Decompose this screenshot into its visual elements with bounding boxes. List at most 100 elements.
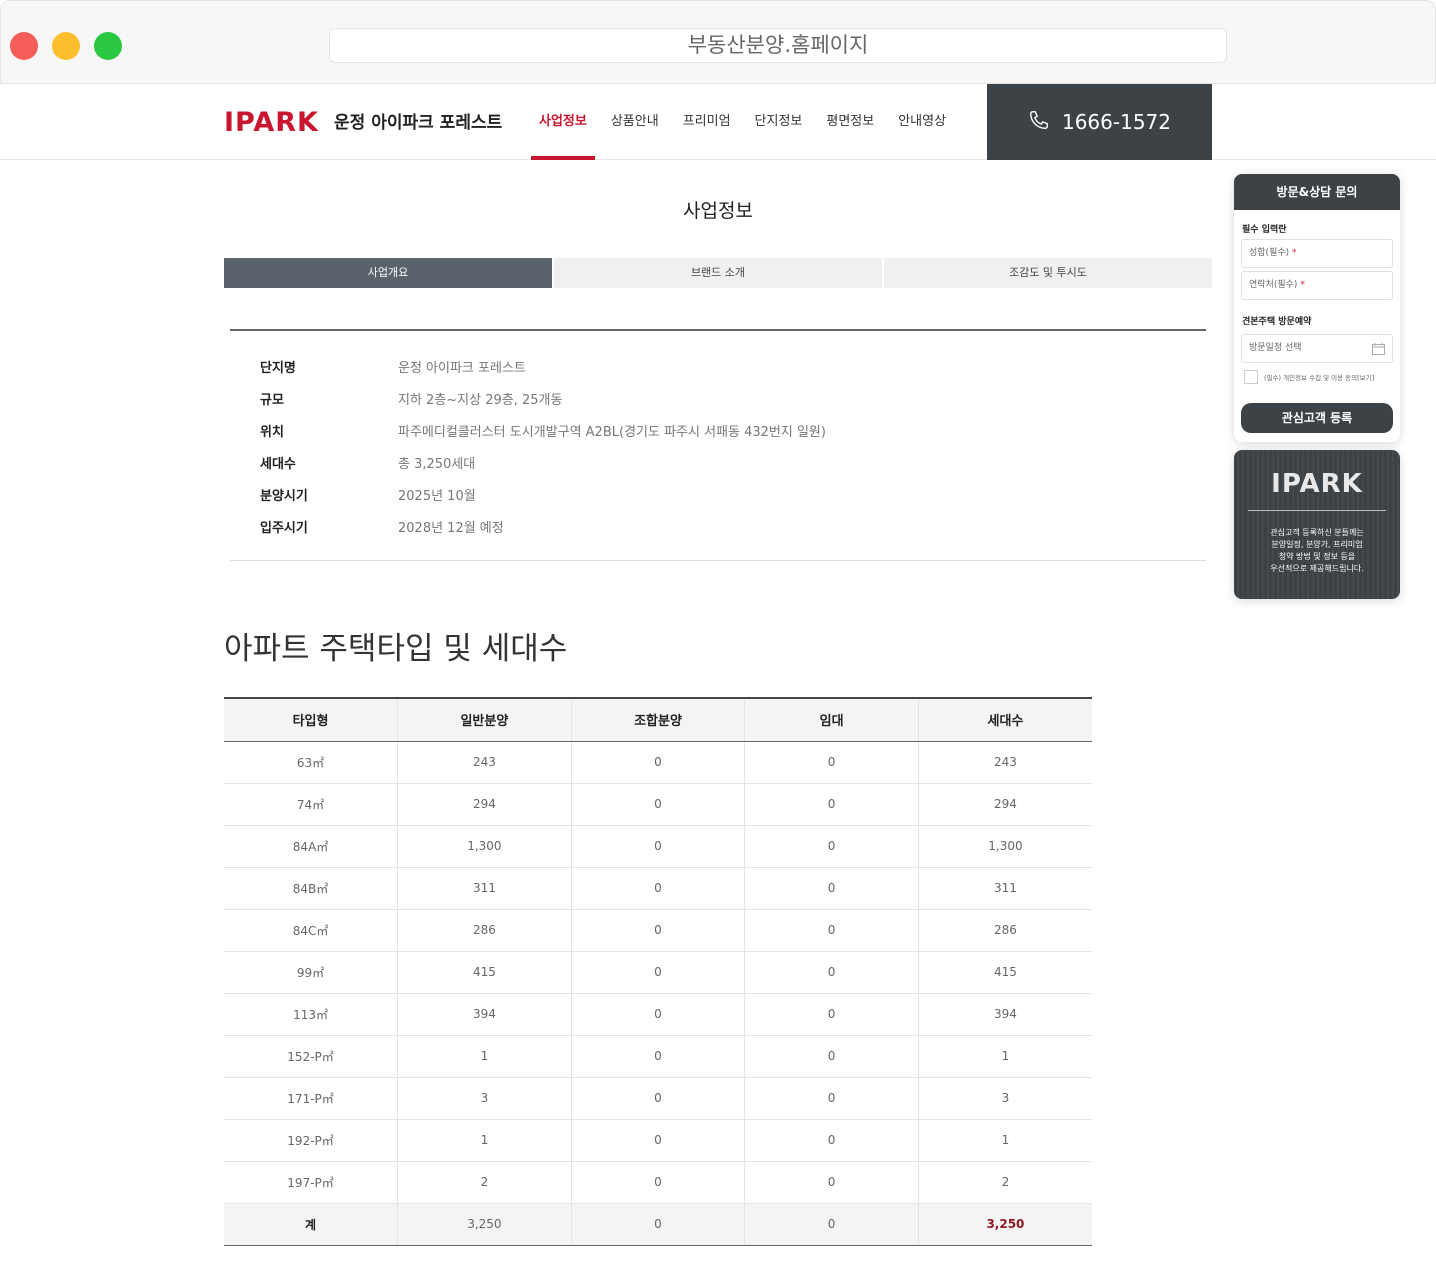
- privacy-checkbox[interactable]: [1244, 370, 1258, 384]
- table-cell: 0: [744, 1035, 919, 1078]
- table-cell: 171-P㎡: [224, 1077, 398, 1120]
- close-window-button[interactable]: [10, 32, 38, 60]
- minimize-window-button[interactable]: [52, 32, 80, 60]
- overview-value: 지하 2층~지상 29층, 25개동: [398, 393, 563, 408]
- table-cell: 192-P㎡: [224, 1119, 398, 1162]
- promo-line-text: 청약 방법 및 정보 등을: [1278, 552, 1356, 561]
- table-cell: 294: [397, 783, 572, 826]
- site-name[interactable]: 운정 아이파크 포레스트: [334, 111, 502, 135]
- table-row: 84B㎡ 311 0 0 311: [224, 867, 1092, 910]
- ipark-promo-banner[interactable]: IPARK 관심고객 등록하신 분들께는 분양일정, 분양가, 프리미엄 청약 …: [1234, 450, 1400, 599]
- table-cell: 1,300: [397, 825, 572, 868]
- table-cell: 3: [397, 1077, 572, 1120]
- calendar-icon[interactable]: [1372, 343, 1385, 355]
- ipark-logo[interactable]: IPARK: [224, 108, 319, 138]
- table-row: 74㎡ 294 0 0 294: [224, 783, 1092, 826]
- table-cell: 1: [397, 1119, 572, 1162]
- contact-placeholder: 연락처(필수): [1249, 280, 1298, 290]
- table-cell: 0: [744, 741, 919, 784]
- total-cell: 0: [570, 1203, 745, 1246]
- table-cell: 0: [570, 993, 745, 1036]
- contact-field[interactable]: 연락처(필수) *: [1241, 271, 1393, 300]
- overview-value: 총 3,250세대: [398, 457, 476, 472]
- table-row: 99㎡ 415 0 0 415: [224, 951, 1092, 994]
- table-cell: 84C㎡: [224, 909, 398, 952]
- table-cell: 0: [744, 867, 919, 910]
- overview-key: 규모: [260, 393, 284, 408]
- tab-renderings[interactable]: 조감도 및 투시도: [884, 258, 1212, 288]
- table-row: 171-P㎡ 3 0 0 3: [224, 1077, 1092, 1120]
- table-cell: 286: [917, 909, 1092, 952]
- maximize-window-button[interactable]: [94, 32, 122, 60]
- table-cell: 2: [917, 1161, 1092, 1204]
- nav-item-floor-plans[interactable]: 평면정보: [814, 84, 886, 160]
- nav-item-guide-video[interactable]: 안내영상: [886, 84, 958, 160]
- table-cell: 2: [397, 1161, 572, 1204]
- table-cell: 197-P㎡: [224, 1161, 398, 1204]
- phone-icon: [1028, 109, 1050, 136]
- table-cell: 84A㎡: [224, 825, 398, 868]
- table-cell: 0: [744, 1119, 919, 1162]
- column-header: 조합분양: [570, 697, 745, 742]
- table-cell: 0: [744, 951, 919, 994]
- table-cell: 113㎡: [224, 993, 398, 1036]
- table-row: 84A㎡ 1,300 0 0 1,300: [224, 825, 1092, 868]
- overview-value: 2025년 10월: [398, 489, 476, 504]
- table-cell: 243: [917, 741, 1092, 784]
- table-cell: 0: [744, 783, 919, 826]
- visit-date-field[interactable]: 방문일정 선택: [1241, 334, 1393, 363]
- table-row: 113㎡ 394 0 0 394: [224, 993, 1092, 1036]
- column-header: 일반분양: [397, 697, 572, 742]
- table-cell: 0: [744, 909, 919, 952]
- table-cell: 3: [917, 1077, 1092, 1120]
- overview-key: 입주시기: [260, 521, 308, 536]
- nav-item-business-info[interactable]: 사업정보: [527, 84, 599, 160]
- table-cell: 99㎡: [224, 951, 398, 994]
- inquiry-widget: 방문&상담 문의 필수 입력란 성함(필수) * 연락처(필수) * 견본주택 …: [1234, 174, 1400, 442]
- unit-type-table: 타입형 일반분양 조합분양 임대 세대수 63㎡ 243 0 0 243 74㎡ 294 0 0…: [224, 697, 1092, 1246]
- table-cell: 74㎡: [224, 783, 398, 826]
- table-cell: 63㎡: [224, 741, 398, 784]
- table-cell: 84B㎡: [224, 867, 398, 910]
- promo-logo: IPARK: [1271, 469, 1363, 499]
- name-placeholder: 성함(필수): [1249, 248, 1290, 258]
- name-field[interactable]: 성함(필수) *: [1241, 239, 1393, 268]
- table-cell: 311: [397, 867, 572, 910]
- table-cell: 415: [397, 951, 572, 994]
- promo-line-text: 관심고객 등록하신 분들께는: [1270, 528, 1364, 537]
- tab-brand[interactable]: 브랜드 소개: [554, 258, 882, 288]
- nav-item-products[interactable]: 상품안내: [599, 84, 671, 160]
- overview-key: 세대수: [260, 457, 296, 472]
- overview-key: 분양시기: [260, 489, 308, 504]
- phone-button[interactable]: 1666-1572: [987, 84, 1212, 160]
- table-row: 63㎡ 243 0 0 243: [224, 741, 1092, 784]
- overview-value: 2028년 12월 예정: [398, 521, 504, 536]
- nav-item-complex-info[interactable]: 단지정보: [743, 84, 815, 160]
- table-cell: 0: [570, 1035, 745, 1078]
- date-placeholder: 방문일정 선택: [1249, 343, 1302, 353]
- sub-tabs: 사업개요 브랜드 소개 조감도 및 투시도: [224, 258, 1212, 288]
- table-cell: 294: [917, 783, 1092, 826]
- table-cell: 0: [570, 951, 745, 994]
- table-body: 63㎡ 243 0 0 243 74㎡ 294 0 0 294 84A㎡ 1,300 0 0 1,300 84…: [224, 741, 1092, 1246]
- privacy-text[interactable]: (필수) 개인정보 수집 및 이용 동의[보기]: [1264, 372, 1374, 382]
- promo-line-text: 분양일정, 분양가, 프리미엄: [1271, 540, 1363, 549]
- table-cell: 152-P㎡: [224, 1035, 398, 1078]
- register-button[interactable]: 관심고객 등록: [1241, 403, 1393, 433]
- table-cell: 0: [744, 993, 919, 1036]
- address-bar[interactable]: 부동산분양.홈페이지: [329, 28, 1227, 63]
- overview-key: 위치: [260, 425, 284, 440]
- table-cell: 0: [570, 783, 745, 826]
- table-cell: 286: [397, 909, 572, 952]
- nav-item-premium[interactable]: 프리미엄: [671, 84, 743, 160]
- overview-key: 단지명: [260, 361, 296, 376]
- required-mark: *: [1292, 248, 1297, 258]
- unit-section-title: 아파트 주택타입 및 세대수: [224, 631, 568, 667]
- tab-overview[interactable]: 사업개요: [224, 258, 552, 288]
- table-cell: 1,300: [917, 825, 1092, 868]
- browser-window-chrome: 부동산분양.홈페이지: [0, 0, 1436, 84]
- promo-line-text: 우선적으로 제공해드립니다.: [1270, 564, 1364, 573]
- overview-value: 파주메디컬클러스터 도시개발구역 A2BL(경기도 파주시 서패동 432번지 …: [398, 425, 826, 440]
- table-cell: 0: [570, 1077, 745, 1120]
- table-header-row: 타입형 일반분양 조합분양 임대 세대수: [224, 697, 1092, 742]
